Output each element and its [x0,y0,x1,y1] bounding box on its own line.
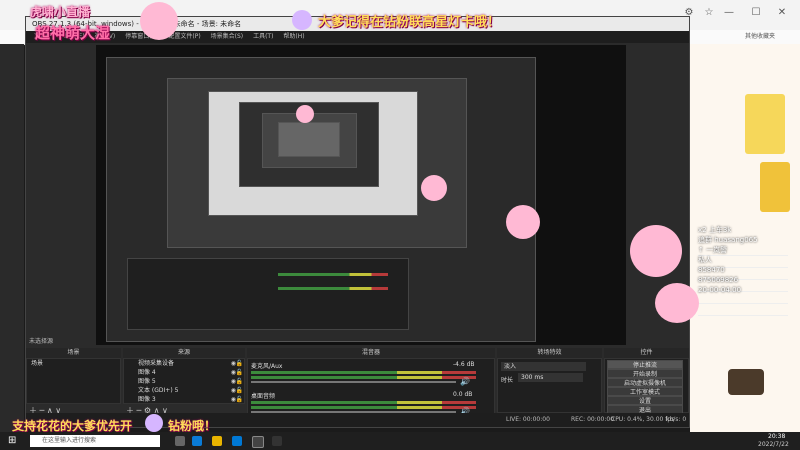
scene-item[interactable]: 场景 [27,359,120,368]
crown-badge-icon [292,10,312,30]
bitrate: kb/s: 0 [666,416,687,423]
nested-preview [167,78,467,248]
mixer-channel-db: -4.6 dB [453,361,475,368]
selected-source-label: 未选择源 [29,338,54,345]
cpu-fps: CPU: 0.4%, 30.00 fps [611,416,675,423]
menu-tools[interactable]: 工具(T) [253,33,273,40]
private-label: 私人 [698,256,712,264]
controls-dock: 停止推流 开始录制 启动虚拟摄像机 工作室模式 设置 退出 [604,358,689,414]
sources-dock: 视频采集设备 ◉ 🔓 图像 4 ◉ 🔓 图像 5 ◉ 🔓 文本 (GDI+) 5 ◉ 🔓 图像 … [123,358,245,404]
sources-dock-title: 来源 [123,348,245,358]
speaker-icon[interactable]: 🔊 [460,377,470,386]
edge-icon[interactable] [192,436,202,446]
lock-icon[interactable]: 🔓 [236,395,243,404]
source-item[interactable]: 视频采集设备 ◉ 🔓 [124,359,244,368]
clock-time: 20:38 [768,433,786,440]
source-item[interactable]: 图像 5 ◉ 🔓 [124,377,244,386]
mascot-image [506,205,540,239]
mascot-image [655,283,699,323]
streamer-name-banner: 超神萌大湿 [35,24,111,42]
transitions-dock-title: 转场特效 [497,348,602,358]
mixer-dock-title: 混音器 [247,348,495,358]
likes-stat: x2 上车3k [698,226,732,234]
lock-icon[interactable]: 🔓 [236,386,243,395]
other-favorites-link[interactable]: 其他收藏夹 [745,31,775,40]
transition-select[interactable]: 淡入 [501,362,586,371]
start-virtual-camera-button[interactable]: 启动虚拟摄像机 [607,378,683,387]
lock-icon[interactable]: 🔓 [236,368,243,377]
scenes-dock: 场景 [26,358,121,404]
scenes-dock-title: 场景 [26,348,121,358]
app-icon[interactable] [272,436,282,446]
vip-label: ↑ 一岚警 [698,246,728,254]
gift-card-image[interactable] [745,94,785,154]
user-tag: huasang065 [714,236,758,244]
gift-card-image[interactable] [760,162,790,212]
volume-slider[interactable] [251,381,456,383]
left-sidebar [0,44,24,434]
clock-date: 2022/7/22 [758,441,789,448]
lock-icon[interactable]: 🔓 [236,377,243,386]
crown-badge-icon [145,414,163,432]
time-stat: 20-00-04:00 [698,286,742,294]
nested-preview [278,122,340,157]
mixer-channel-db: 0.0 dB [453,391,473,398]
file-explorer-icon[interactable] [212,436,222,446]
maximize-icon[interactable]: ☐ [750,7,762,19]
studio-mode-button[interactable]: 工作室模式 [607,387,683,396]
mixer-channel-name: 麦克风/Aux [251,363,283,370]
count-stat: 858470 [698,266,725,274]
duration-input[interactable]: 300 ms [518,373,583,382]
controls-dock-title: 控件 [604,348,689,358]
live-timer: LIVE: 00:00:00 [506,416,550,423]
rec-timer: REC: 00:00:00 [571,416,615,423]
source-item[interactable]: 文本 (GDI+) 5 ◉ 🔓 [124,386,244,395]
windows-start-icon[interactable]: ⊞ [8,435,16,446]
top-banner: 大爹记得在钻粉联高星灯卡哦！ [318,15,501,30]
windows-taskbar: ⊞ 在这里输入进行搜索 20:38 2022/7/22 [0,432,800,450]
mascot-image [630,225,682,277]
obs-menubar: 文件(F) 编辑(E) 视图(V) 停靠窗口(D) 配置文件(P) 场景集合(S… [26,31,689,43]
follow-label: 追群 [698,236,712,244]
source-item[interactable]: 图像 4 ◉ 🔓 [124,368,244,377]
menu-scene-collection[interactable]: 场景集合(S) [211,33,244,40]
store-icon[interactable] [232,436,242,446]
stream-stats: x2 上车3k 追群 huasang065 ↑ 一岚警 私人 858470 87… [698,225,758,295]
mascot-image [296,105,314,123]
menu-profile[interactable]: 配置文件(P) [168,33,200,40]
volume-meter [251,376,476,379]
favorites-icon[interactable]: ☆ [703,7,715,19]
minimize-icon[interactable]: — [723,7,735,19]
gift-badge-icon[interactable] [728,369,764,395]
start-recording-button[interactable]: 开始录制 [607,369,683,378]
volume-meter [251,371,476,374]
nested-preview [106,57,536,342]
obs-window: OBS 27.1.3 (64-bit, windows) - 配置文件: 未命名… [25,16,690,428]
mascot-image [421,175,447,201]
preview-canvas[interactable] [96,45,626,345]
transitions-dock: 淡入 时长 300 ms [497,358,602,413]
settings-button[interactable]: 设置 [607,396,683,405]
taskbar-search-box[interactable]: 在这里输入进行搜索 [30,435,160,447]
menu-help[interactable]: 帮助(H) [283,33,304,40]
nested-obs-docks [127,258,409,330]
obs-icon[interactable] [252,436,264,448]
stop-streaming-button[interactable]: 停止推流 [607,360,683,369]
volume-meter [251,406,476,409]
channel-name-banner: 虎啸小直播 [30,5,91,19]
duration-label: 时长 [501,377,514,384]
close-icon[interactable]: ✕ [776,7,788,19]
mixer-channel-name: 桌面音频 [251,393,276,400]
volume-meter [251,401,476,404]
source-item[interactable]: 图像 3 ◉ 🔓 [124,395,244,404]
task-view-icon[interactable] [175,436,185,446]
mascot-image [140,2,178,40]
lock-icon[interactable]: 🔓 [236,359,243,368]
tiktok-id: 875069826 [698,276,739,284]
